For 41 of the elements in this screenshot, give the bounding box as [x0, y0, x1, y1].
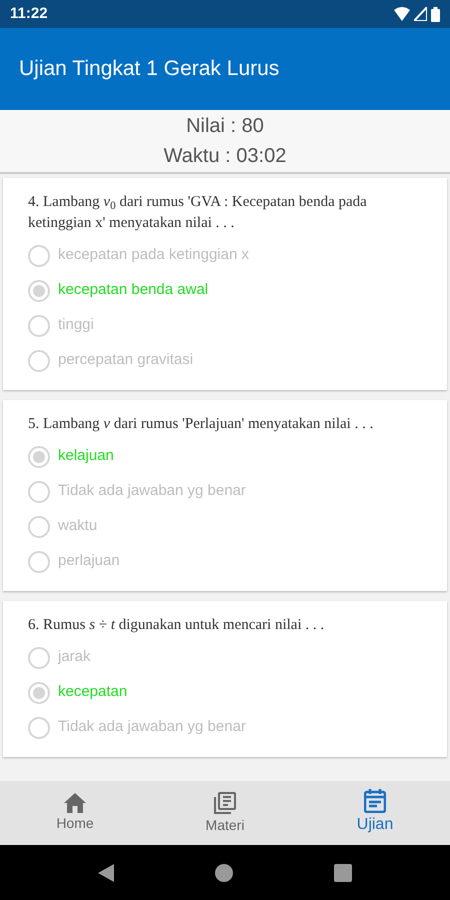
option-label[interactable]: jarak	[58, 646, 91, 669]
option-label[interactable]: kecepatan	[58, 681, 128, 704]
question-text: 4. Lambang v$_{0}$ dari rumus 'GVA : Kecepatan benda pada ketinggian x' menyatakan nilai . . .	[28, 193, 368, 233]
nav-tab[interactable]: Ujian	[300, 781, 450, 845]
option-label[interactable]: percepatan gravitasi	[58, 349, 194, 372]
calendar-icon	[364, 789, 386, 813]
nav-tab[interactable]: Materi	[150, 781, 300, 845]
time-text: Waktu : 03:02	[164, 144, 286, 169]
battery-icon	[431, 6, 440, 22]
score-text: Nilai : 80	[186, 114, 264, 139]
back-icon[interactable]	[98, 864, 114, 882]
option-label[interactable]: kecepatan pada ketinggian x	[58, 244, 249, 267]
home-circle-icon[interactable]	[214, 864, 233, 882]
radio-button[interactable]	[28, 716, 50, 738]
radio-button[interactable]	[28, 350, 50, 372]
option-label[interactable]: kecepatan benda awal	[58, 279, 208, 302]
option-label[interactable]: kelajuan	[58, 445, 114, 468]
status-time: 11:22	[10, 4, 48, 24]
recents-icon[interactable]	[334, 864, 352, 882]
option-label[interactable]: Tidak ada jawaban yg benar	[58, 716, 246, 739]
radio-button[interactable]	[28, 314, 50, 336]
radio-button[interactable]	[28, 646, 50, 668]
signal-icon	[414, 7, 427, 21]
nav-tab[interactable]: Home	[0, 781, 150, 845]
option-label[interactable]: tinggi	[58, 314, 94, 337]
wifi-icon	[394, 7, 410, 21]
radio-button[interactable]	[28, 280, 50, 302]
question-text: 6. Rumus s ÷ t digunakan untuk mencari nilai . . .	[28, 616, 326, 635]
radio-button[interactable]	[28, 446, 50, 468]
option-label[interactable]: perlajuan	[58, 550, 120, 573]
library-icon	[213, 790, 237, 814]
option-label[interactable]: Tidak ada jawaban yg benar	[58, 480, 246, 503]
question-text: 5. Lambang v dari rumus 'Perlajuan' menyatakan nilai . . .	[28, 415, 374, 434]
radio-button[interactable]	[28, 682, 50, 704]
radio-button[interactable]	[28, 244, 50, 266]
app-title: Ujian Tingkat 1 Gerak Lurus	[19, 56, 280, 82]
radio-button[interactable]	[28, 480, 50, 502]
radio-button[interactable]	[28, 516, 50, 538]
radio-button[interactable]	[28, 550, 50, 572]
home-icon	[64, 792, 86, 812]
option-label[interactable]: waktu	[58, 515, 98, 538]
